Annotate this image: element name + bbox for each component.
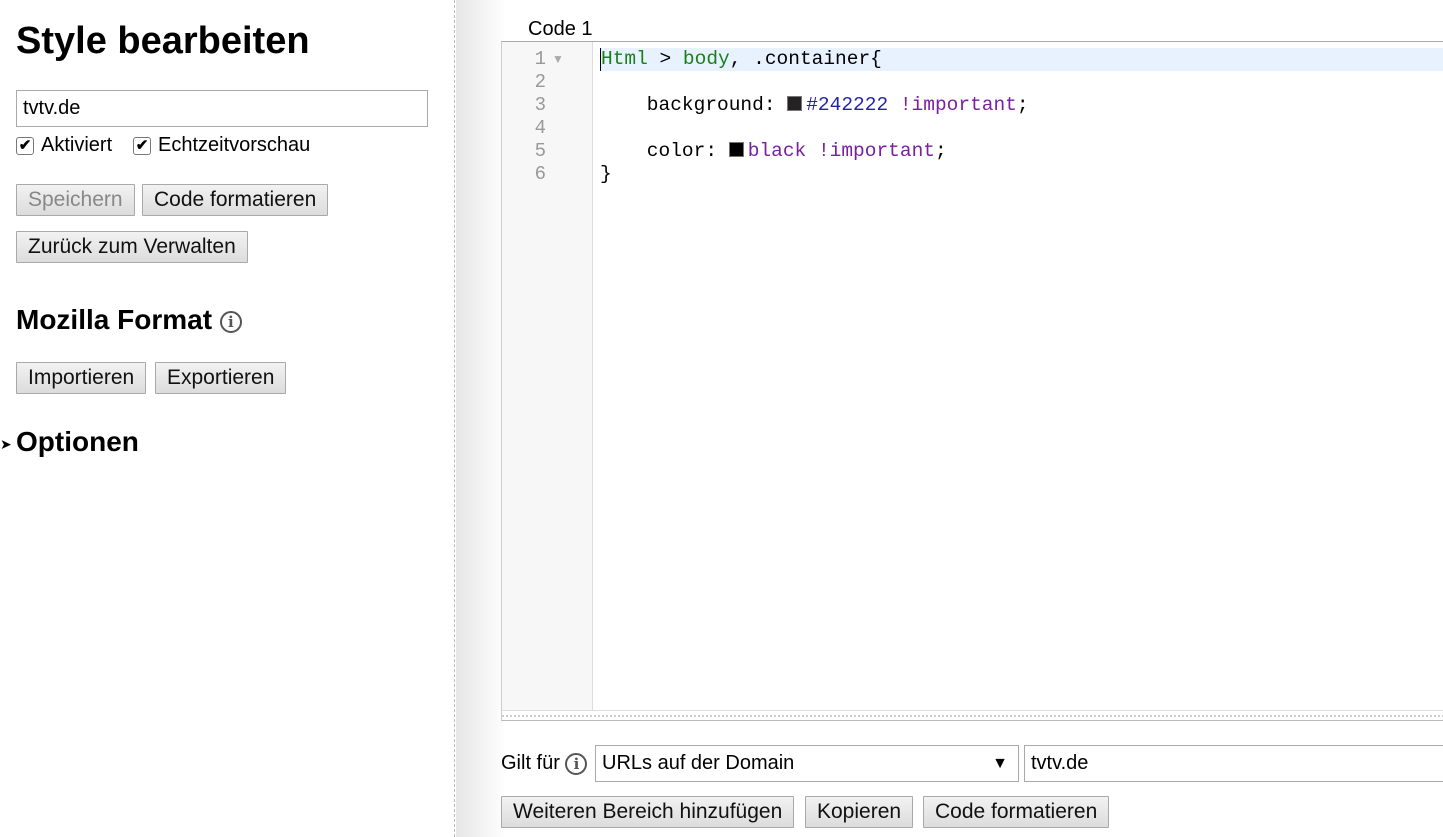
applies-domain-input[interactable]: tvtv.de: [1024, 745, 1443, 782]
back-to-manage-button[interactable]: Zurück zum Verwalten: [16, 231, 248, 263]
applies-type-value: URLs auf der Domain: [602, 752, 795, 774]
format-section-button[interactable]: Code formatieren: [923, 796, 1110, 828]
editor-resize-handle[interactable]: [502, 710, 1443, 720]
line-gutter: 1 ▼ 2 3 4 5 6: [502, 42, 593, 710]
code-section-label: Code 1: [528, 18, 593, 40]
import-button[interactable]: Importieren: [16, 362, 147, 394]
color-swatch[interactable]: [728, 142, 744, 157]
applies-to-text: Gilt für: [501, 752, 560, 774]
applies-type-select[interactable]: URLs auf der Domain ▼: [595, 745, 1019, 782]
add-section-button[interactable]: Weiteren Bereich hinzufügen: [501, 796, 795, 828]
semicolon: ;: [934, 140, 947, 162]
style-settings-panel: Style bearbeiten tvtv.de ✔ Aktiviert ✔ Ech…: [0, 0, 455, 837]
code-editor[interactable]: 1 ▼ 2 3 4 5 6 Html > body, .container{ b…: [501, 41, 1443, 721]
options-heading[interactable]: Optionen: [16, 426, 139, 458]
code-line: Html > body, .container{: [600, 48, 1443, 71]
save-button[interactable]: Speichern: [16, 184, 135, 216]
expand-arrow-icon[interactable]: ➤: [0, 436, 12, 453]
important-token: !important: [806, 140, 935, 162]
dropdown-arrow-icon: ▼: [992, 755, 1008, 772]
style-name-input[interactable]: tvtv.de: [16, 90, 428, 127]
checkmark-icon: ✔: [16, 136, 34, 155]
applies-to-label: Gilt für i: [501, 752, 588, 775]
code-line: color: black !important;: [593, 140, 1443, 163]
copy-button[interactable]: Kopieren: [805, 796, 914, 828]
live-preview-checkbox[interactable]: ✔ Echtzeitvorschau: [133, 134, 310, 157]
semicolon: ;: [1016, 94, 1029, 116]
line-number: 3: [534, 94, 546, 116]
combinator-token: >: [647, 48, 683, 70]
page-title: Style bearbeiten: [16, 20, 310, 62]
checkmark-icon: ✔: [133, 136, 151, 155]
line-number: 4: [534, 117, 546, 139]
enabled-label: Aktiviert: [41, 134, 113, 156]
line-number: 5: [534, 140, 546, 162]
mozilla-format-heading: Mozilla Format i: [16, 304, 242, 336]
value-token: #242222: [806, 94, 889, 116]
export-button[interactable]: Exportieren: [155, 362, 287, 394]
selector-token: Html: [601, 48, 648, 70]
property-token: color:: [600, 140, 729, 162]
line-number: 1: [534, 48, 546, 70]
code-line: }: [600, 163, 612, 185]
selector-token: , .container{: [729, 48, 882, 70]
info-icon[interactable]: i: [219, 310, 242, 333]
line-number: 2: [534, 71, 546, 93]
code-line: background: #242222 !important;: [593, 94, 1443, 117]
enabled-checkbox[interactable]: ✔ Aktiviert: [16, 134, 112, 157]
important-token: !important: [888, 94, 1017, 116]
color-swatch[interactable]: [787, 96, 803, 111]
line-number: 6: [534, 163, 546, 185]
mozilla-format-label: Mozilla Format: [16, 304, 213, 335]
selector-token: body: [682, 48, 730, 70]
live-preview-label: Echtzeitvorschau: [158, 134, 311, 156]
property-token: background:: [600, 94, 788, 116]
value-token: black: [747, 140, 807, 162]
panel-shadow: [456, 0, 506, 837]
fold-arrow-icon[interactable]: ▼: [552, 52, 564, 66]
info-icon[interactable]: i: [565, 752, 588, 775]
format-code-button[interactable]: Code formatieren: [142, 184, 329, 216]
